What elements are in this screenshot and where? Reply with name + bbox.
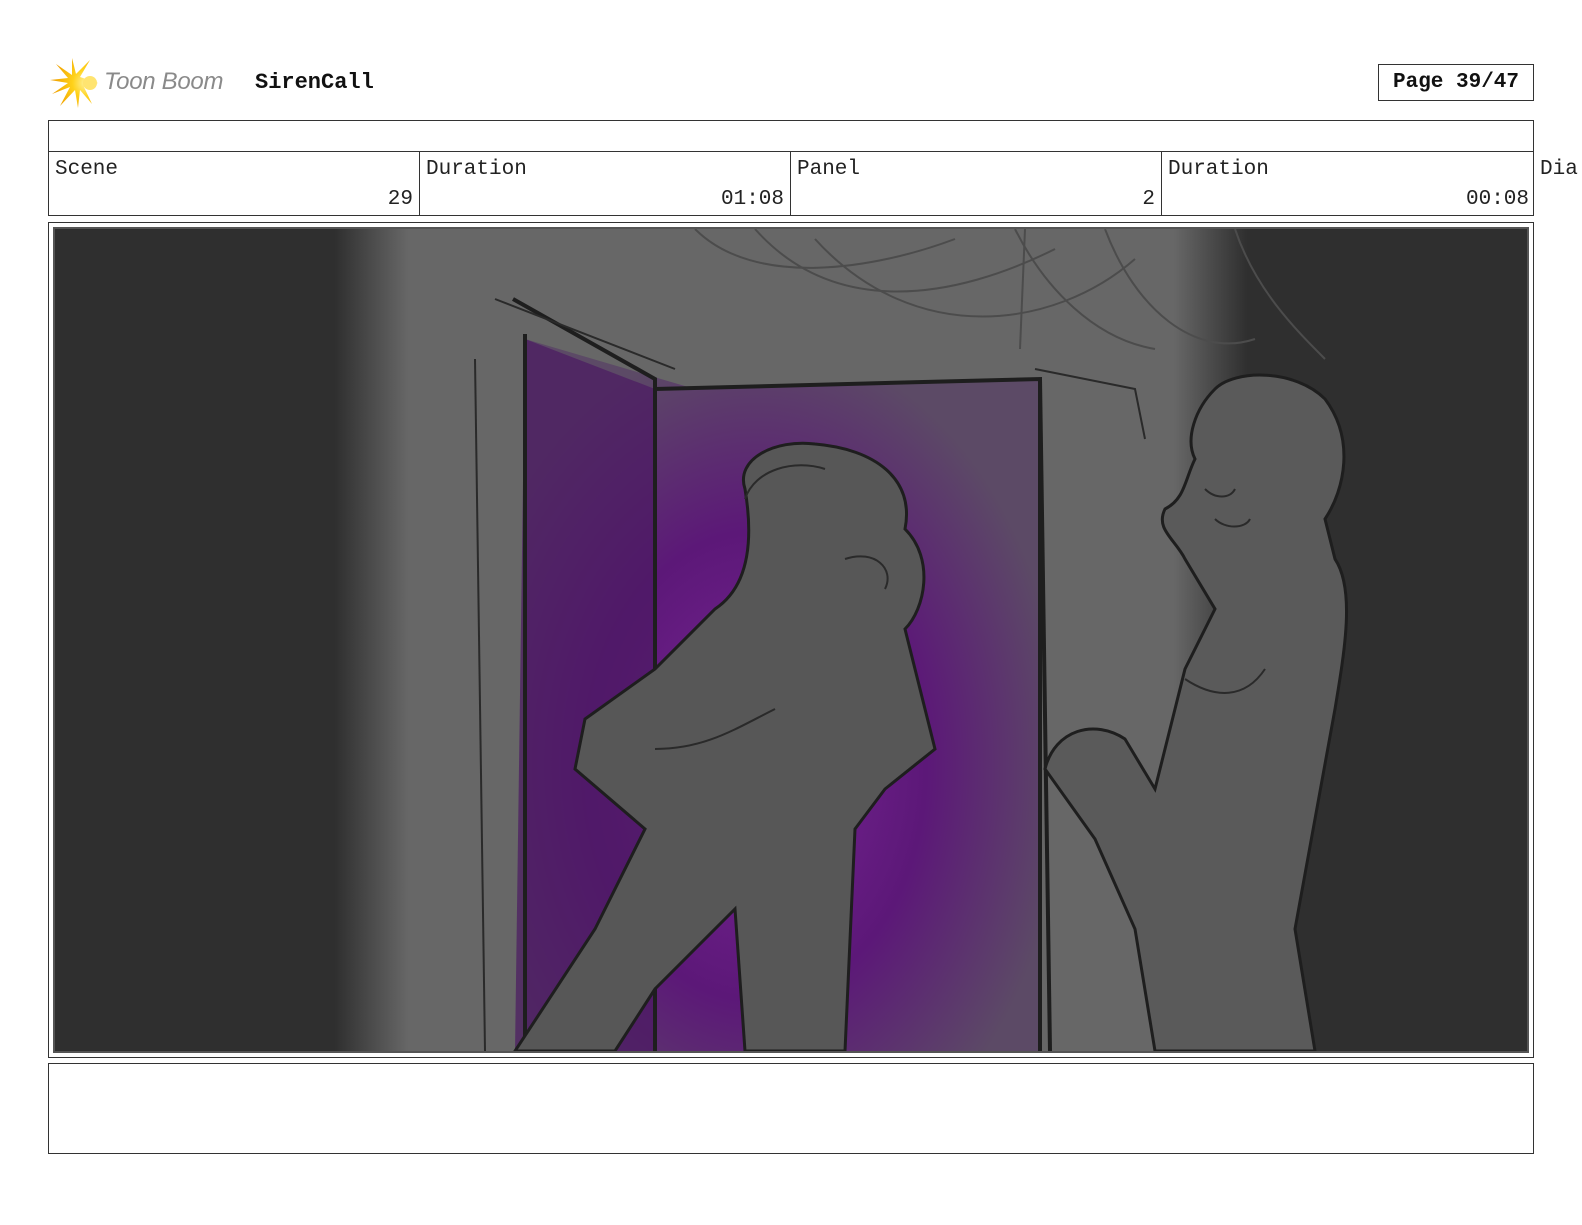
storyboard-sketch-icon: [55, 229, 1527, 1051]
logo-wordmark: Toon Boom: [104, 68, 224, 95]
scene-label: Scene: [55, 158, 119, 181]
panel-label: Panel: [797, 158, 861, 181]
scene-info-row: Scene 29 Duration 01:08 Panel 2 Duration…: [48, 152, 1534, 216]
title-bar: [48, 120, 1534, 152]
toon-boom-logo: Toon Boom: [50, 56, 240, 110]
starburst-icon: [50, 58, 98, 108]
panel-value: 2: [1142, 188, 1155, 211]
panel-duration-value: 00:08: [1465, 188, 1529, 211]
page-indicator: Page 39/47: [1378, 64, 1534, 101]
scene-duration-cell: Duration 01:08: [420, 152, 791, 215]
scene-value: 29: [387, 188, 413, 211]
panel-duration-cell: Duration 00:08: [1162, 152, 1535, 215]
scene-cell: Scene 29: [49, 152, 420, 215]
project-title: SirenCall: [255, 70, 374, 95]
panel-duration-label: Duration: [1168, 158, 1269, 181]
dialogue-column-label: Dia: [1540, 158, 1578, 181]
scene-duration-label: Duration: [426, 158, 527, 181]
storyboard-panel-image: [53, 227, 1529, 1053]
scene-duration-value: 01:08: [720, 188, 784, 211]
panel-frame: [48, 222, 1534, 1058]
dialogue-box: [48, 1063, 1534, 1154]
panel-cell: Panel 2: [791, 152, 1162, 215]
